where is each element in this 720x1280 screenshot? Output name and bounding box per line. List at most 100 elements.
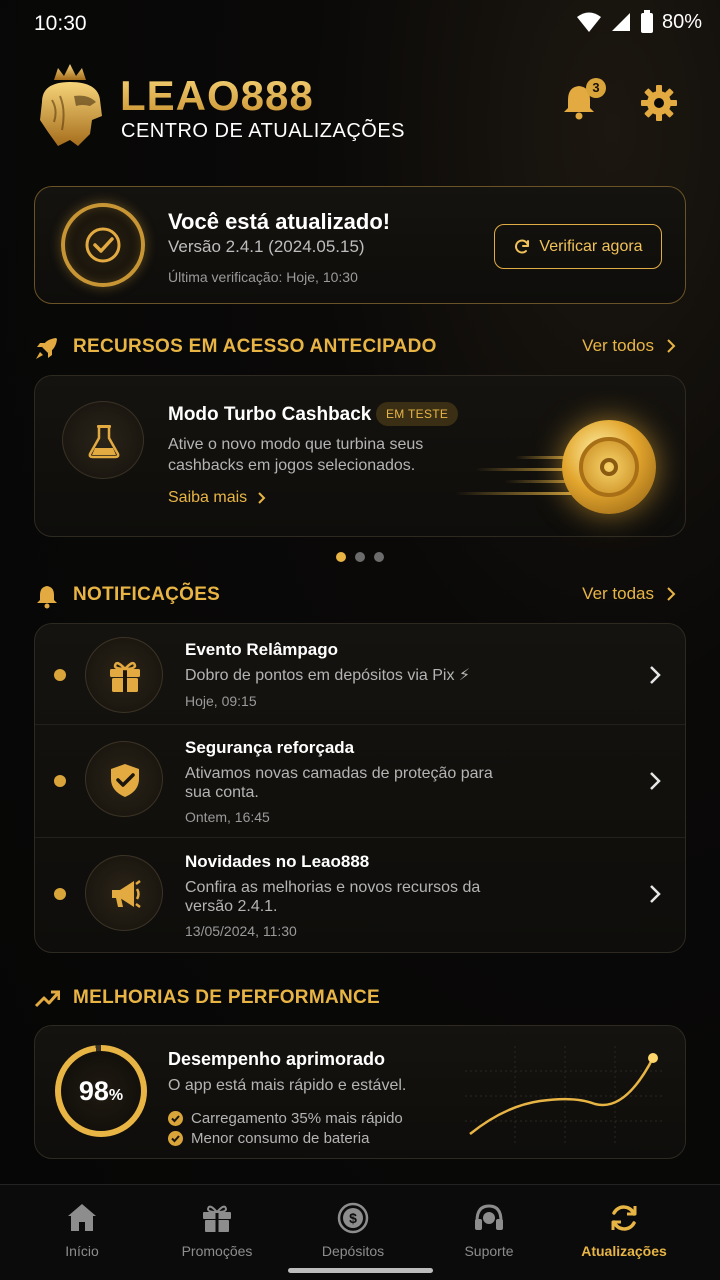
carousel-dot[interactable]: [355, 552, 365, 562]
feature-status-badge: EM TESTE: [376, 402, 459, 426]
notifications-header: NOTIFICAÇÕES Ver todas: [34, 581, 686, 611]
flask-icon: [88, 425, 120, 459]
see-all-features-label: Ver todos: [582, 336, 654, 355]
nav-updates[interactable]: Atualizações: [556, 1185, 692, 1265]
early-access-header: RECURSOS EM ACESSO ANTECIPADO Ver todos: [34, 333, 686, 363]
home-indicator: [288, 1268, 433, 1273]
unread-dot: [54, 888, 66, 900]
score-unit: %: [108, 1087, 124, 1104]
performance-trend-sparkline: [465, 1046, 665, 1146]
unread-dot: [54, 775, 66, 787]
battery-icon: [640, 10, 653, 33]
wifi-icon: [576, 12, 601, 32]
notification-body: Confira as melhorias e novos recursos da…: [185, 879, 481, 915]
feature-card[interactable]: Modo Turbo Cashback EM TESTE Ative o nov…: [34, 375, 686, 537]
updates-screen: 10:30 80% LEAO888 CENTRO DE ATUALIZAÇÕES…: [0, 0, 720, 1280]
nav-label: Suporte: [464, 1243, 514, 1259]
notification-item[interactable]: Novidades no Leao888 Confira as melhoria…: [35, 837, 685, 952]
unread-dot: [54, 669, 66, 681]
coin-center: [600, 458, 618, 476]
chevron-right-icon: [650, 666, 661, 684]
nav-home[interactable]: Início: [14, 1185, 150, 1265]
bottom-navigation: Início Promoções $ Depósitos Suporte Atu…: [0, 1184, 720, 1280]
chevron-right-icon: [650, 772, 661, 790]
check-badge-icon: [168, 1131, 183, 1146]
score-value: 98: [78, 1076, 109, 1106]
lion-logo: [40, 64, 102, 146]
refresh-icon: [515, 239, 530, 253]
performance-score: 98%: [61, 1051, 141, 1131]
performance-bullet: Menor consumo de bateria: [168, 1130, 369, 1147]
page-subtitle: CENTRO DE ATUALIZAÇÕES: [121, 120, 406, 142]
megaphone-icon: [112, 880, 141, 908]
chevron-right-icon: [258, 492, 266, 504]
battery-percent: 80%: [661, 10, 702, 33]
learn-more-link[interactable]: Saiba mais: [168, 489, 266, 507]
gift-icon: [203, 1205, 231, 1232]
performance-score-ring: 98%: [55, 1045, 147, 1137]
performance-description: O app está mais rápido e estável.: [168, 1077, 407, 1094]
home-icon: [68, 1204, 96, 1231]
chevron-right-icon: [667, 587, 676, 601]
early-access-title: RECURSOS EM ACESSO ANTECIPADO: [73, 336, 437, 357]
speed-streak: [475, 468, 575, 471]
gift-icon: [110, 661, 140, 692]
feature-title: Modo Turbo Cashback: [168, 404, 372, 425]
notification-item[interactable]: Segurança reforçada Ativamos novas camad…: [35, 724, 685, 837]
performance-heading: Desempenho aprimorado: [168, 1049, 386, 1069]
notification-badge: 3: [586, 78, 606, 98]
notification-body: Dobro de pontos em depósitos via Pix ⚡: [185, 667, 471, 684]
performance-title: MELHORIAS DE PERFORMANCE: [73, 987, 380, 1008]
notifications-list: Evento Relâmpago Dobro de pontos em depó…: [34, 623, 686, 953]
notification-title: Evento Relâmpago: [185, 640, 339, 659]
coin-inner-ring: [579, 437, 639, 497]
signal-icon: [611, 13, 630, 31]
feature-icon-circle: [62, 401, 144, 479]
notification-time: 13/05/2024, 11:30: [185, 923, 297, 939]
status-bar: 10:30 80%: [0, 0, 720, 46]
status-icons: 80%: [576, 10, 702, 34]
update-status-card: Você está atualizado! Versão 2.4.1 (2024…: [34, 186, 686, 304]
see-all-features-link[interactable]: Ver todos: [582, 336, 676, 356]
brand-name: LEAO888: [120, 72, 314, 119]
learn-more-label: Saiba mais: [168, 489, 248, 506]
carousel-dot[interactable]: [374, 552, 384, 562]
gear-icon[interactable]: [640, 84, 678, 122]
turbo-coin-illustration: [562, 420, 656, 514]
nav-promotions[interactable]: Promoções: [149, 1185, 285, 1265]
performance-bullet-text: Carregamento 35% mais rápido: [191, 1110, 403, 1127]
performance-card: 98% Desempenho aprimorado O app está mai…: [34, 1025, 686, 1159]
last-check-text: Última verificação: Hoje, 10:30: [168, 269, 358, 285]
chevron-right-icon: [667, 339, 676, 353]
notification-body: Ativamos novas camadas de proteção para …: [185, 765, 493, 801]
dollar-coin-icon: $: [337, 1202, 369, 1234]
status-time: 10:30: [34, 12, 87, 35]
carousel-dot-active[interactable]: [336, 552, 346, 562]
nav-label: Início: [65, 1243, 99, 1259]
update-title: Você está atualizado!: [168, 209, 391, 234]
update-status-ring: [61, 203, 145, 287]
bell-icon: [37, 586, 57, 609]
performance-bullet-text: Menor consumo de bateria: [191, 1130, 370, 1147]
headset-icon: [475, 1204, 503, 1230]
check-now-button[interactable]: Verificar agora: [494, 224, 662, 269]
performance-bullet: Carregamento 35% mais rápido: [168, 1110, 403, 1127]
nav-support[interactable]: Suporte: [421, 1185, 557, 1265]
notification-icon-circle: [85, 855, 163, 931]
performance-header: MELHORIAS DE PERFORMANCE: [34, 984, 686, 1014]
notification-item[interactable]: Evento Relâmpago Dobro de pontos em depó…: [35, 624, 685, 724]
trending-up-icon: [34, 990, 60, 1008]
nav-label: Atualizações: [581, 1243, 667, 1259]
svg-text:$: $: [349, 1210, 357, 1226]
see-all-notifications-link[interactable]: Ver todas: [582, 584, 676, 604]
nav-label: Depósitos: [321, 1243, 385, 1259]
update-version: Versão 2.4.1 (2024.05.15): [168, 237, 365, 256]
speed-streak: [455, 492, 575, 495]
nav-deposits[interactable]: $ Depósitos: [285, 1185, 421, 1265]
shield-check-icon: [111, 764, 139, 797]
check-badge-icon: [168, 1111, 183, 1126]
notification-time: Ontem, 16:45: [185, 809, 270, 825]
notifications-title: NOTIFICAÇÕES: [73, 584, 221, 605]
see-all-notifications-label: Ver todas: [582, 584, 654, 603]
rocket-icon: [36, 338, 57, 359]
